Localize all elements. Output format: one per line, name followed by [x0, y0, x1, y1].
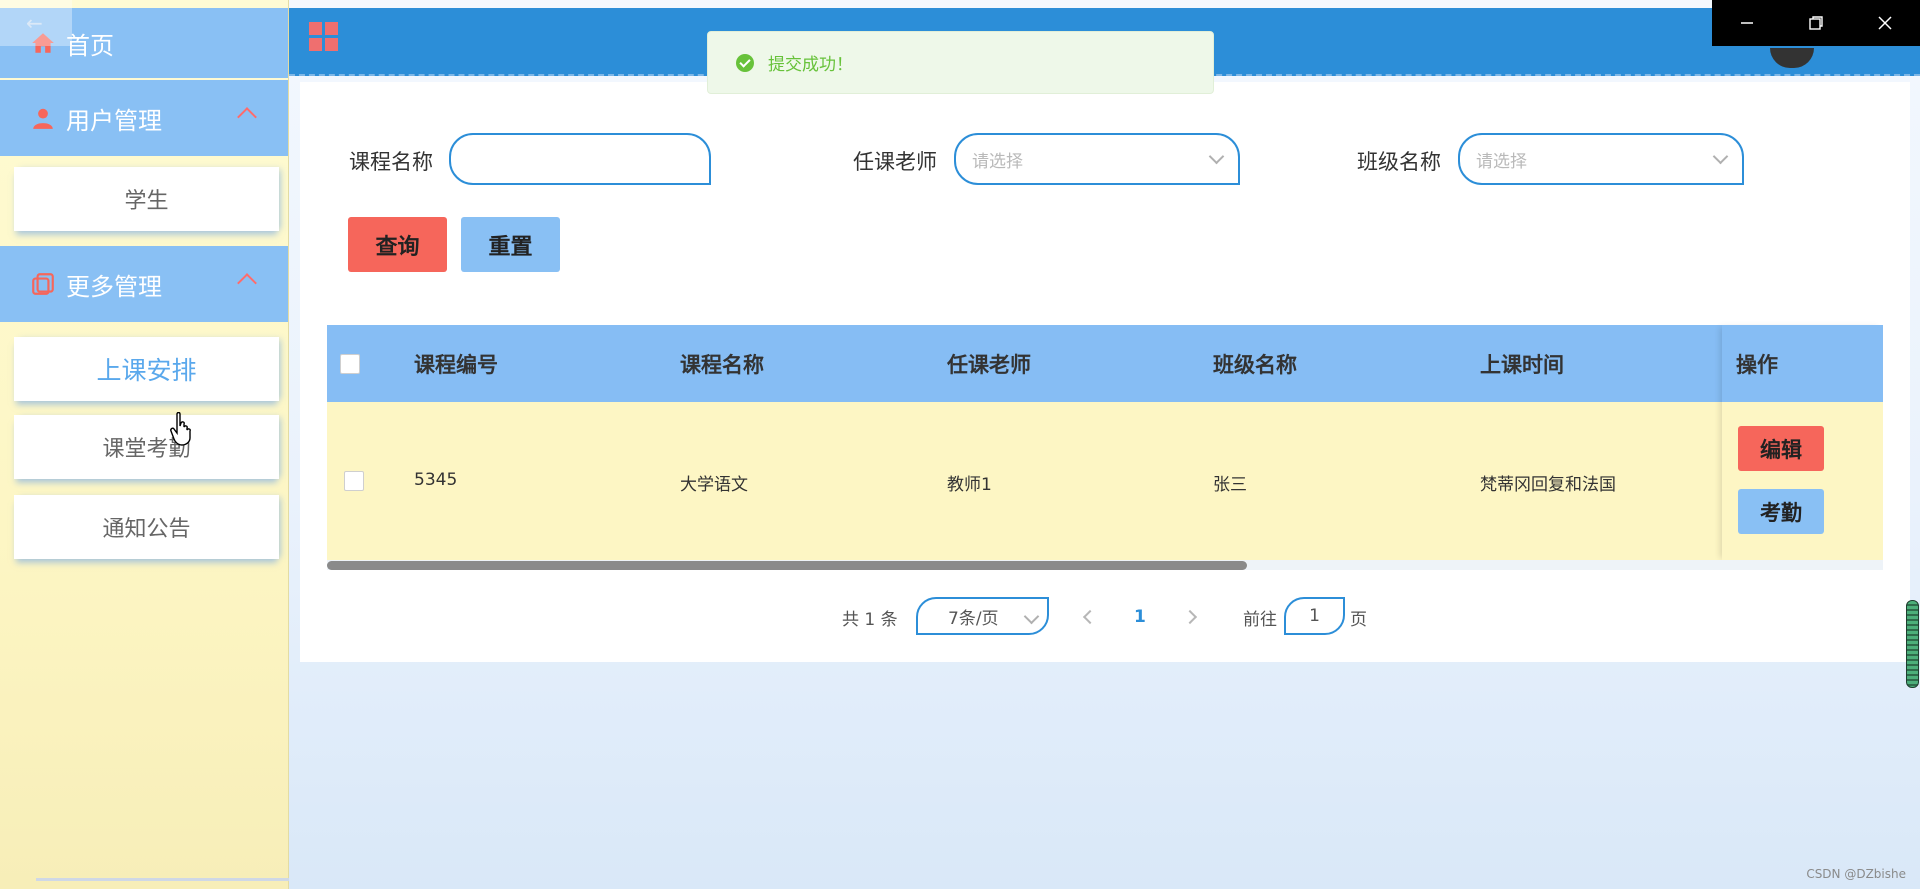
cell-teacher: 教师1 [947, 475, 992, 495]
back-button[interactable]: ← [0, 0, 72, 46]
sidebar-item-students[interactable]: 学生 [14, 167, 279, 231]
row-checkbox[interactable] [344, 471, 364, 491]
check-circle-icon [736, 53, 754, 72]
sidebar-item-attendance[interactable]: 课堂考勤 [14, 415, 279, 479]
teacher-select[interactable]: 请选择 [954, 133, 1240, 185]
course-name-label: 课程名称 [349, 150, 433, 174]
success-toast: 提交成功！ [707, 31, 1214, 94]
chevron-down-icon [1712, 148, 1729, 165]
minimize-icon[interactable] [1712, 0, 1781, 46]
user-icon [33, 108, 53, 129]
app-window: 首页 ← 用户管理 学生 更多管理 上课安排 课堂考勤 通知公告 课程名称 任课… [0, 0, 1920, 889]
attendance-button[interactable]: 考勤 [1738, 489, 1824, 534]
sidebar-item-schedule[interactable]: 上课安排 [14, 337, 279, 401]
chevron-down-icon [1208, 148, 1225, 165]
toast-message: 提交成功！ [768, 55, 853, 75]
goto-suffix: 页 [1350, 609, 1367, 630]
grid-menu-icon[interactable] [309, 22, 339, 52]
reset-button[interactable]: 重置 [461, 217, 560, 272]
cell-course-no: 5345 [414, 470, 458, 490]
teacher-label: 任课老师 [853, 150, 937, 174]
restore-icon[interactable] [1781, 0, 1850, 46]
column-header: 班级名称 [1213, 353, 1297, 377]
page-number[interactable]: 1 [1134, 597, 1146, 637]
watermark: CSDN @DZbishe [1806, 867, 1906, 881]
table-row: 5345 大学语文 教师1 张三 梵蒂冈回复和法国 [327, 402, 1883, 560]
query-button[interactable]: 查询 [348, 217, 447, 272]
edit-button[interactable]: 编辑 [1738, 426, 1824, 471]
vertical-scrollbar[interactable] [1906, 600, 1919, 688]
hand-cursor-icon [170, 412, 191, 446]
chevron-up-icon [237, 273, 257, 293]
column-header: 上课时间 [1480, 353, 1564, 377]
goto-page-input[interactable]: 1 [1284, 597, 1345, 635]
total-count: 共 1 条 [842, 609, 898, 630]
course-name-input[interactable] [449, 133, 711, 185]
sidebar-item-notices[interactable]: 通知公告 [14, 495, 279, 559]
select-all-checkbox[interactable] [340, 354, 360, 374]
sidebar-item-label: 首页 [66, 31, 114, 60]
sidebar-item-label: 上课安排 [96, 356, 197, 385]
page-size-value: 7条/页 [948, 608, 999, 629]
column-header: 课程名称 [680, 353, 764, 377]
horizontal-scrollbar[interactable] [327, 560, 1883, 570]
cell-class-name: 张三 [1213, 475, 1247, 495]
page-size-select[interactable]: 7条/页 [916, 597, 1049, 635]
sidebar: 首页 ← 用户管理 学生 更多管理 上课安排 课堂考勤 通知公告 [0, 0, 972, 889]
window-controls [1712, 0, 1920, 46]
cell-course-name: 大学语文 [680, 475, 748, 495]
goto-prefix: 前往 [1243, 609, 1277, 630]
cell-time: 梵蒂冈回复和法国 [1480, 475, 1616, 495]
teacher-placeholder: 请选择 [972, 151, 1023, 172]
table-header: 课程编号 课程名称 任课老师 班级名称 上课时间 操作 [327, 325, 1883, 402]
sidebar-group-label: 用户管理 [66, 106, 162, 135]
operations-column: 编辑 考勤 [1722, 325, 1883, 560]
sidebar-item-label: 通知公告 [102, 517, 191, 542]
column-header: 任课老师 [947, 353, 1031, 377]
chevron-down-icon [1023, 608, 1040, 625]
copy-icon [32, 273, 54, 295]
close-icon[interactable] [1850, 0, 1919, 46]
class-name-select[interactable]: 请选择 [1458, 133, 1744, 185]
scrollbar-thumb[interactable] [327, 561, 1247, 570]
chevron-up-icon [237, 107, 257, 127]
sidebar-group-more[interactable]: 更多管理 [0, 246, 288, 322]
sidebar-group-label: 更多管理 [66, 272, 162, 301]
column-header: 课程编号 [414, 353, 498, 377]
goto-page-value: 1 [1309, 606, 1320, 626]
sidebar-item-label: 学生 [124, 189, 169, 214]
arrow-left-icon: ← [26, 11, 43, 35]
class-name-label: 班级名称 [1357, 150, 1441, 174]
class-name-placeholder: 请选择 [1476, 151, 1527, 172]
sidebar-group-users[interactable]: 用户管理 [0, 80, 288, 156]
